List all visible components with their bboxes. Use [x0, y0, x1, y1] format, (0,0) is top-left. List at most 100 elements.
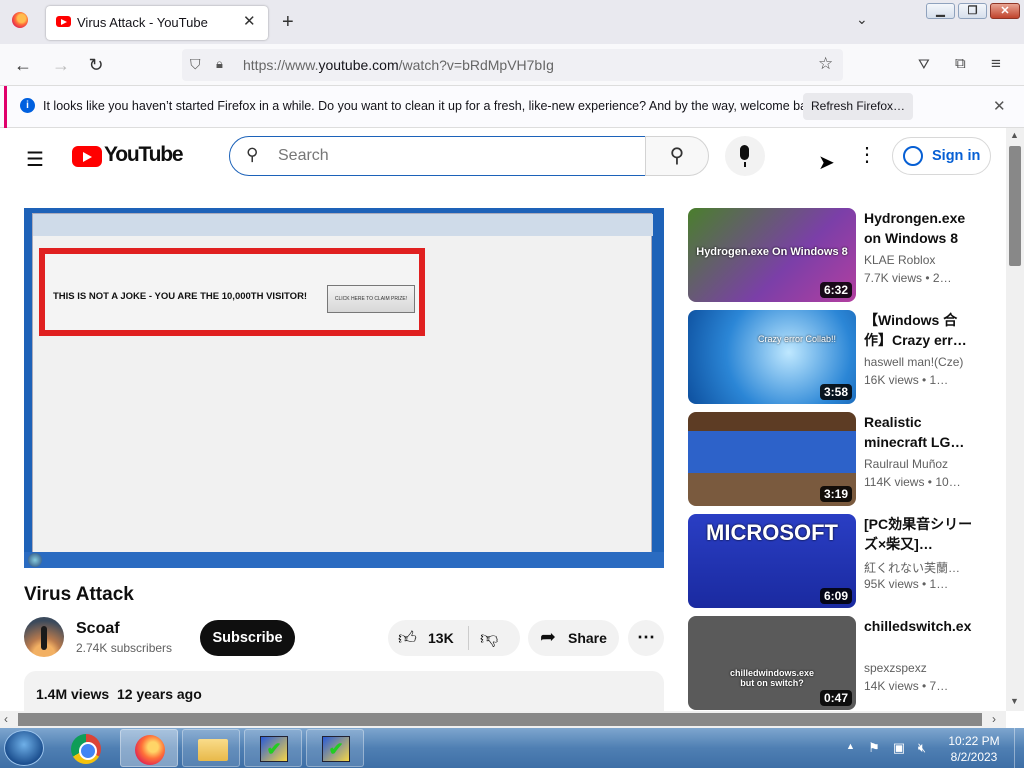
- info-icon: i: [20, 98, 35, 113]
- taskbar-firefox[interactable]: [120, 729, 178, 767]
- video-frame-text: THIS IS NOT A JOKE - YOU ARE THE 10,000T…: [53, 291, 308, 302]
- clock-time[interactable]: 10:22 PM: [942, 734, 1006, 748]
- url-bar[interactable]: ⛉ 🔒︎ https://www.youtube.com/watch?v=bRd…: [182, 49, 843, 81]
- recommendation-title[interactable]: Hydrongen.exe on Windows 8: [864, 208, 974, 248]
- url-text[interactable]: https://www.youtube.com/watch?v=bRdMpVH7…: [243, 57, 554, 73]
- scroll-left-icon[interactable]: ‹: [4, 712, 8, 726]
- search-input[interactable]: [278, 143, 618, 169]
- tab-youtube[interactable]: Virus Attack - YouTube ✕: [46, 6, 268, 40]
- taskbar-chrome[interactable]: [58, 729, 116, 767]
- youtube-favicon-icon: [56, 16, 71, 27]
- taskbar-app[interactable]: ✔: [306, 729, 364, 767]
- vertical-scrollbar[interactable]: ▲ ▼: [1006, 128, 1024, 711]
- guide-menu-icon[interactable]: ☰: [26, 147, 44, 172]
- recommendation-item[interactable]: chilledwindows.exe but on switch? 0:47 ch…: [688, 616, 988, 710]
- folder-icon: [198, 739, 228, 761]
- firefox-view-icon[interactable]: [12, 12, 28, 28]
- view-count: 1.4M views: [36, 686, 110, 702]
- recommendation-item[interactable]: Crazy error Collab!! 3:58 【Windows 合作】Cra…: [688, 310, 988, 404]
- checkmark-app-icon: ✔: [322, 736, 350, 762]
- sign-in-button[interactable]: Sign in: [892, 137, 991, 175]
- scroll-up-icon[interactable]: ▲: [1010, 130, 1019, 140]
- checkmark-app-icon: ✔: [260, 736, 288, 762]
- like-count[interactable]: 13K: [428, 630, 454, 646]
- network-icon[interactable]: ▣: [891, 740, 907, 756]
- search-box[interactable]: ⚲: [229, 136, 646, 176]
- close-window-button[interactable]: ✕: [990, 3, 1020, 19]
- volume-muted-icon[interactable]: 🔇︎: [914, 740, 930, 756]
- taskbar-app[interactable]: ✔: [244, 729, 302, 767]
- scroll-right-icon[interactable]: ›: [992, 712, 996, 726]
- taskbar-explorer[interactable]: [182, 729, 240, 767]
- recommendation-views: 114K views • 10…: [864, 475, 961, 489]
- video-player[interactable]: THIS IS NOT A JOKE - YOU ARE THE 10,000T…: [24, 208, 664, 568]
- channel-name[interactable]: Scoaf: [76, 620, 120, 638]
- forward-arrow-icon[interactable]: →: [48, 52, 74, 78]
- share-button[interactable]: ➦ Share: [528, 620, 619, 656]
- recommendation-thumbnail[interactable]: Hydrogen.exe On Windows 8 6:32: [688, 208, 856, 302]
- thumbnail-text: Crazy error Collab!!: [758, 334, 837, 344]
- channel-avatar[interactable]: [24, 617, 64, 657]
- like-divider: [468, 626, 469, 650]
- video-frame-popup: THIS IS NOT A JOKE - YOU ARE THE 10,000T…: [39, 248, 425, 336]
- new-tab-icon[interactable]: +: [282, 12, 294, 32]
- recommendation-channel: KLAE Roblox: [864, 253, 936, 267]
- recommendation-thumbnail[interactable]: 3:19: [688, 412, 856, 506]
- recommendation-item[interactable]: 3:19 Realistic minecraft LG… Raulraul Mu…: [688, 412, 988, 506]
- action-center-flag-icon[interactable]: ⚑: [866, 740, 882, 756]
- recommendation-thumbnail[interactable]: MICROSOFT 6:09: [688, 514, 856, 608]
- hamburger-menu-icon[interactable]: ≡: [991, 54, 1001, 74]
- bookmark-star-icon[interactable]: ☆: [818, 54, 833, 74]
- recommendation-title[interactable]: chilledswitch.ex: [864, 616, 974, 656]
- horizontal-scroll-thumb[interactable]: [18, 713, 982, 726]
- search-button[interactable]: ⚲: [645, 136, 709, 176]
- recommendation-title[interactable]: [PC効果音シリーズ×柴又]…: [864, 514, 974, 554]
- minimize-window-button[interactable]: ▁: [926, 3, 955, 19]
- video-frame-taskbar: [24, 552, 664, 568]
- pocket-icon[interactable]: ⛛: [918, 56, 930, 73]
- restore-window-button[interactable]: ❐: [958, 3, 987, 19]
- show-desktop-button[interactable]: [1014, 728, 1024, 768]
- video-title: Virus Attack: [24, 584, 134, 605]
- extensions-icon[interactable]: ⧉: [955, 55, 966, 72]
- navigation-bar: ← → ↻ ⛉ 🔒︎ https://www.youtube.com/watch…: [0, 44, 1024, 86]
- recommendation-thumbnail[interactable]: Crazy error Collab!! 3:58: [688, 310, 856, 404]
- close-icon: ✕: [1000, 5, 1010, 17]
- tracking-shield-icon[interactable]: ⛉: [190, 56, 201, 73]
- url-prefix: https://www.: [243, 57, 319, 73]
- back-arrow-icon[interactable]: ←: [10, 52, 36, 78]
- upload-age: 12 years ago: [116, 686, 202, 702]
- close-tab-icon[interactable]: ✕: [243, 12, 256, 30]
- subscribe-button[interactable]: Subscribe: [200, 620, 295, 656]
- view-and-date: 1.4M views 12 years ago: [36, 686, 202, 702]
- youtube-logo-icon[interactable]: [72, 146, 102, 167]
- recommendation-item[interactable]: Hydrogen.exe On Windows 8 6:32 Hydrongen.…: [688, 208, 988, 302]
- settings-more-icon[interactable]: ⋮: [857, 142, 877, 167]
- thumbnail-text: chilledwindows.exe but on switch?: [729, 668, 815, 688]
- more-horizontal-icon: ⋯: [637, 627, 655, 647]
- voice-search-button[interactable]: [725, 136, 765, 176]
- tray-expand-icon[interactable]: ▲: [846, 741, 855, 751]
- recommendation-item[interactable]: MICROSOFT 6:09 [PC効果音シリーズ×柴又]… 紅くれない芙蘭… 9…: [688, 514, 988, 608]
- scroll-down-icon[interactable]: ▼: [1010, 696, 1019, 706]
- more-actions-button[interactable]: ⋯: [628, 620, 664, 656]
- lock-icon[interactable]: 🔒︎: [216, 56, 223, 72]
- firefox-icon: [135, 735, 165, 765]
- start-button[interactable]: [4, 730, 44, 766]
- recommendation-thumbnail[interactable]: chilledwindows.exe but on switch? 0:47: [688, 616, 856, 710]
- clock-date[interactable]: 8/2/2023: [942, 750, 1006, 764]
- thumbnail-text: Hydrogen.exe On Windows 8: [696, 246, 848, 258]
- youtube-logo-text[interactable]: YouTube: [104, 143, 184, 167]
- horizontal-scrollbar[interactable]: ‹ ›: [0, 711, 1006, 728]
- thumbs-up-icon[interactable]: 👍︎: [398, 627, 417, 649]
- close-notification-icon[interactable]: ✕: [993, 97, 1006, 115]
- duration-badge: 6:32: [819, 282, 852, 298]
- reload-icon[interactable]: ↻: [83, 52, 109, 78]
- refresh-firefox-button[interactable]: Refresh Firefox…: [803, 93, 913, 120]
- chevron-down-icon[interactable]: ⌄: [856, 11, 868, 28]
- recommendation-title[interactable]: 【Windows 合作】Crazy err…: [864, 310, 974, 350]
- thumbs-down-icon[interactable]: 👎︎: [480, 627, 498, 649]
- recommendation-views: 16K views • 1…: [864, 373, 949, 387]
- recommendation-title[interactable]: Realistic minecraft LG…: [864, 412, 974, 452]
- vertical-scroll-thumb[interactable]: [1009, 146, 1021, 266]
